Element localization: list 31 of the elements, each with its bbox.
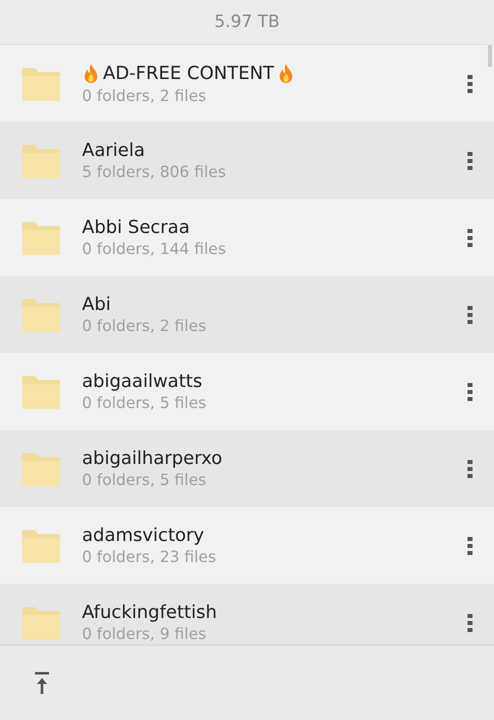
folder-details: 5 folders, 806 files xyxy=(82,163,227,181)
folder-name: abigaailwatts xyxy=(82,371,202,392)
folder-icon xyxy=(21,450,61,486)
scrollbar[interactable] xyxy=(488,45,492,67)
folder-name: Abi xyxy=(82,294,111,315)
folder-name: Afuckingfettish xyxy=(82,602,217,623)
folder-name: abigailharperxo xyxy=(82,448,222,469)
folder-name: Aariela xyxy=(82,140,145,161)
scroll-to-top-icon[interactable] xyxy=(32,670,52,696)
folder-details: 0 folders, 5 files xyxy=(82,471,208,489)
folder-details: 0 folders, 5 files xyxy=(82,394,208,412)
folder-icon xyxy=(21,142,61,178)
folder-details: 0 folders, 2 files xyxy=(82,317,208,335)
folder-icon xyxy=(21,66,61,102)
folder-row[interactable]: Abbi Secraa 0 folders, 144 files xyxy=(0,199,494,276)
folder-details: 0 folders, 9 files xyxy=(82,625,208,643)
folder-details: 0 folders, 23 files xyxy=(82,548,218,566)
folder-icon xyxy=(21,604,61,640)
folder-icon xyxy=(21,374,61,410)
folder-row[interactable]: abigaailwatts 0 folders, 5 files xyxy=(0,353,494,430)
folder-icon xyxy=(21,220,61,256)
storage-size: 5.97 TB xyxy=(214,12,280,32)
folder-name: AD-FREE CONTENT xyxy=(103,63,274,84)
folder-name: adamsvictory xyxy=(82,525,204,546)
folder-row[interactable]: AD-FREE CONTENT 0 folders, 2 files xyxy=(0,45,494,122)
folder-icon xyxy=(21,528,61,564)
folder-icon xyxy=(21,296,61,332)
folder-name: Abbi Secraa xyxy=(82,217,190,238)
folder-details: 0 folders, 144 files xyxy=(82,240,227,258)
folder-row[interactable]: adamsvictory 0 folders, 23 files xyxy=(0,507,494,584)
folder-details: 0 folders, 2 files xyxy=(82,86,208,104)
